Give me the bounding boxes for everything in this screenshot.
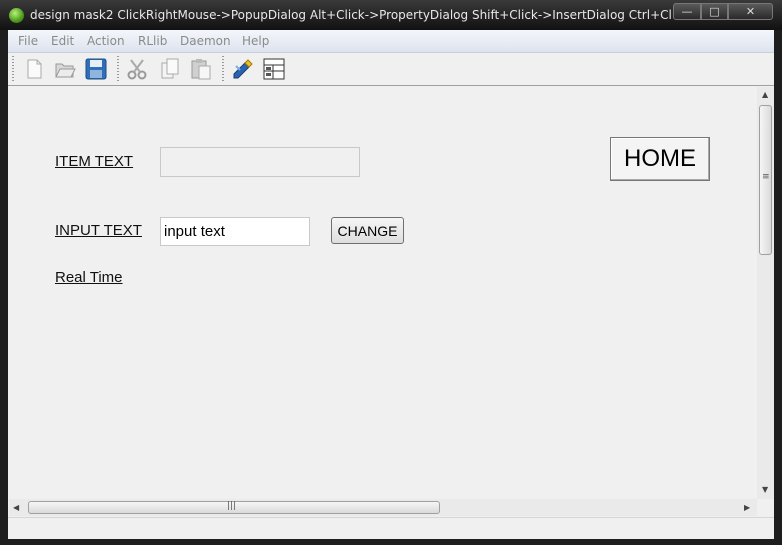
item-text-field: [160, 147, 360, 177]
design-canvas: ITEM TEXT HOME INPUT TEXT CHANGE Real Ti…: [9, 87, 756, 499]
horizontal-scrollbar[interactable]: ◀ ||| ▶: [9, 499, 757, 516]
scroll-right-arrow[interactable]: ▶: [744, 503, 750, 512]
cut-scissors-icon[interactable]: [125, 57, 149, 81]
client-area: File Edit Action RLlib Daemon Help ITEM …: [8, 30, 774, 539]
realtime-label: Real Time: [55, 269, 123, 286]
toolbar: [8, 53, 774, 86]
menu-daemon[interactable]: Daemon: [180, 34, 231, 48]
vertical-scroll-thumb[interactable]: ≡: [759, 105, 772, 255]
menu-edit[interactable]: Edit: [51, 34, 74, 48]
thumb-grip-icon-h: |||: [227, 501, 237, 511]
menu-help[interactable]: Help: [242, 34, 269, 48]
properties-grid-icon[interactable]: [262, 57, 286, 81]
item-text-label: ITEM TEXT: [55, 153, 134, 170]
open-folder-icon[interactable]: [53, 57, 77, 81]
app-window: design mask2 ClickRightMouse->PopupDialo…: [0, 0, 782, 545]
paste-icon[interactable]: [189, 57, 213, 81]
status-bar: [8, 517, 774, 539]
menu-rllib[interactable]: RLlib: [138, 34, 167, 48]
menu-file[interactable]: File: [18, 34, 38, 48]
copy-icon[interactable]: [158, 57, 182, 81]
toolbar-separator-2: [222, 56, 224, 82]
scroll-up-arrow[interactable]: ▲: [762, 90, 768, 99]
menu-action[interactable]: Action: [87, 34, 125, 48]
title-bar[interactable]: design mask2 ClickRightMouse->PopupDialo…: [0, 0, 782, 30]
scroll-left-arrow[interactable]: ◀: [13, 503, 19, 512]
close-button[interactable]: ✕: [728, 3, 773, 20]
vertical-scrollbar[interactable]: ▲ ≡ ▼: [757, 87, 774, 499]
edit-pencil-icon[interactable]: [231, 57, 255, 81]
new-file-icon[interactable]: [22, 57, 46, 81]
menu-bar: File Edit Action RLlib Daemon Help: [8, 30, 774, 53]
change-button[interactable]: CHANGE: [331, 217, 404, 244]
scroll-down-arrow[interactable]: ▼: [762, 485, 768, 494]
horizontal-scroll-thumb[interactable]: |||: [28, 501, 440, 514]
minimize-button[interactable]: —: [673, 3, 701, 20]
save-disk-icon[interactable]: [84, 57, 108, 81]
maximize-button[interactable]: □: [701, 3, 728, 20]
home-button[interactable]: HOME: [610, 137, 710, 181]
app-icon: [9, 8, 24, 23]
toolbar-separator: [117, 56, 119, 82]
input-text-label: INPUT TEXT: [55, 222, 142, 239]
thumb-grip-icon: ≡: [762, 172, 770, 182]
window-title: design mask2 ClickRightMouse->PopupDialo…: [30, 8, 672, 22]
toolbar-grip[interactable]: [12, 56, 14, 82]
input-text-field[interactable]: [160, 217, 310, 246]
